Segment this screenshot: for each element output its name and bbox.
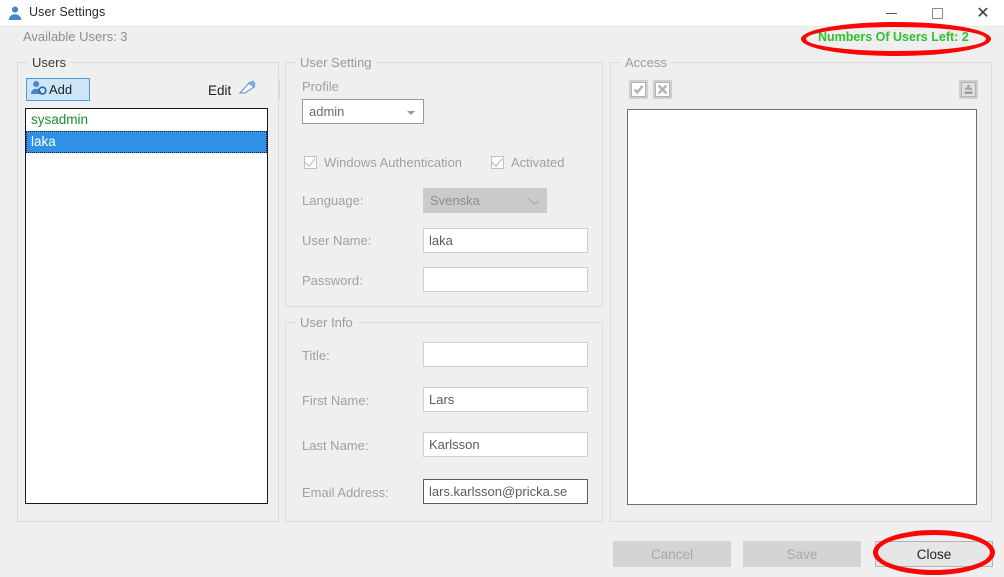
first-name-label: First Name:	[302, 393, 370, 408]
user-info-group-title: User Info	[296, 315, 357, 330]
add-user-icon	[30, 79, 47, 101]
access-group-title: Access	[621, 55, 671, 70]
user-settings-window: User Settings ✕ Available Users: 3 Numbe…	[0, 0, 1004, 577]
users-left-badge: Numbers Of Users Left: 2	[818, 30, 969, 44]
language-label: Language:	[302, 193, 364, 208]
close-icon: ✕	[976, 3, 990, 22]
user-icon	[7, 5, 23, 21]
windows-authentication-label: Windows Authentication	[324, 155, 463, 170]
checkbox-box	[491, 155, 504, 169]
profile-select[interactable]: admin	[302, 99, 424, 124]
windows-authentication-checkbox[interactable]: Windows Authentication	[304, 155, 462, 170]
save-button[interactable]: Save	[743, 541, 861, 567]
title-input[interactable]	[423, 342, 588, 367]
user-setting-group: User Setting Profile admin Windows Authe…	[285, 55, 603, 307]
checkbox-box	[304, 155, 317, 169]
export-user-icon[interactable]	[959, 80, 978, 99]
users-listbox[interactable]: sysadmin laka	[25, 108, 268, 504]
available-users-label: Available Users: 3	[23, 29, 128, 44]
email-label: Email Address:	[302, 485, 389, 500]
profile-value: admin	[309, 104, 345, 119]
password-input[interactable]	[423, 267, 588, 292]
maximize-icon	[931, 7, 943, 19]
users-group-title: Users	[28, 55, 70, 70]
add-user-button[interactable]: Add	[26, 78, 90, 101]
toolbar-divider	[279, 79, 280, 99]
profile-label: Profile	[302, 79, 339, 94]
add-user-label: Add	[49, 82, 73, 97]
user-info-group: User Info Title: First Name: Lars Last N…	[285, 315, 603, 522]
language-select[interactable]: Svenska	[423, 188, 547, 213]
close-button[interactable]: Close	[875, 541, 993, 567]
window-title: User Settings	[29, 5, 106, 19]
edit-user-label: Edit	[208, 82, 232, 98]
last-name-label: Last Name:	[302, 438, 369, 453]
title-label: Title:	[302, 348, 330, 363]
chevron-down-icon	[407, 111, 415, 115]
last-name-input[interactable]: Karlsson	[423, 432, 588, 457]
cancel-button[interactable]: Cancel	[613, 541, 731, 567]
activated-checkbox[interactable]: Activated	[491, 155, 564, 170]
edit-user-button[interactable]: Edit	[208, 79, 257, 101]
language-value: Svenska	[430, 193, 480, 208]
list-item[interactable]: laka	[26, 131, 267, 153]
username-label: User Name:	[302, 233, 372, 248]
minimize-button[interactable]	[868, 0, 914, 26]
edit-pencil-icon	[238, 79, 257, 101]
first-name-input[interactable]: Lars	[423, 387, 588, 412]
user-setting-group-title: User Setting	[296, 55, 376, 70]
clear-all-icon[interactable]	[653, 80, 672, 99]
users-group: Users Add Edit sysadmin laka	[17, 55, 280, 522]
chevron-down-icon	[527, 195, 540, 205]
password-label: Password:	[302, 273, 363, 288]
activated-label: Activated	[511, 155, 565, 170]
maximize-button[interactable]	[914, 0, 960, 26]
title-bar: User Settings ✕	[0, 0, 1004, 27]
username-input[interactable]: laka	[423, 228, 588, 253]
close-window-button[interactable]: ✕	[960, 0, 1004, 26]
minimize-icon	[885, 12, 897, 14]
list-item[interactable]: sysadmin	[26, 109, 267, 131]
check-all-icon[interactable]	[629, 80, 648, 99]
access-listbox[interactable]	[627, 109, 977, 505]
email-input[interactable]: lars.karlsson@pricka.se	[423, 479, 588, 504]
access-group: Access	[610, 55, 992, 522]
